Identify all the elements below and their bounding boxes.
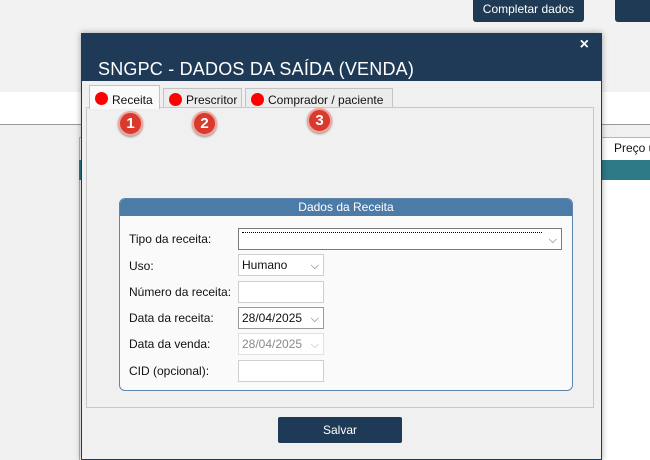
cid-label: CID (opcional): <box>129 364 210 378</box>
sngpc-dialog: SNGPC - DADOS DA SAÍDA (VENDA) × Receita… <box>81 33 602 460</box>
uso-label: Uso: <box>129 259 154 273</box>
tab-comprador-paciente[interactable]: Comprador / paciente <box>245 88 393 109</box>
step-badge-2: 2 <box>192 111 217 136</box>
step-badge-3: 3 <box>307 108 332 133</box>
tab-label: Receita <box>112 93 153 107</box>
app-secondary-button[interactable] <box>615 0 650 22</box>
data-venda-label: Data da venda: <box>129 337 211 351</box>
dialog-title: SNGPC - DADOS DA SAÍDA (VENDA) <box>98 59 415 79</box>
data-venda-picker: 28/04/2025 ⌵ <box>238 333 324 355</box>
dados-receita-group: Dados da Receita Tipo da receita: ⌵ Uso:… <box>119 198 573 391</box>
chevron-down-icon: ⌵ <box>310 313 319 325</box>
chevron-down-icon: ⌵ <box>310 260 319 272</box>
step-badge-1: 1 <box>118 111 143 136</box>
tab-label: Comprador / paciente <box>268 93 384 107</box>
cid-input[interactable] <box>238 360 324 382</box>
data-receita-value: 28/04/2025 <box>242 311 303 325</box>
data-receita-label: Data da receita: <box>129 311 214 325</box>
tab-label: Prescritor <box>186 93 238 107</box>
chevron-down-icon: ⌵ <box>548 234 557 246</box>
tipo-receita-label: Tipo da receita: <box>129 232 212 246</box>
chevron-down-icon: ⌵ <box>310 339 319 351</box>
numero-receita-input[interactable] <box>238 281 324 303</box>
completar-dados-button[interactable]: Completar dados <box>473 0 584 22</box>
status-dot-icon <box>95 92 108 105</box>
tab-receita[interactable]: Receita <box>89 85 160 109</box>
group-title: Dados da Receita <box>120 199 572 216</box>
tab-prescritor[interactable]: Prescritor <box>163 88 242 109</box>
uso-select[interactable]: Humano ⌵ <box>238 254 324 276</box>
status-dot-icon <box>169 93 182 106</box>
focus-indicator <box>242 232 542 233</box>
dialog-titlebar: SNGPC - DADOS DA SAÍDA (VENDA) × <box>82 34 601 81</box>
tipo-receita-select[interactable]: ⌵ <box>238 228 562 250</box>
close-icon[interactable]: × <box>580 36 589 54</box>
save-button[interactable]: Salvar <box>278 417 402 443</box>
uso-value: Humano <box>242 258 288 272</box>
data-receita-picker[interactable]: 28/04/2025 ⌵ <box>238 307 324 329</box>
tab-content-panel: Dados da Receita Tipo da receita: ⌵ Uso:… <box>86 107 594 408</box>
status-dot-icon <box>251 93 264 106</box>
numero-receita-label: Número da receita: <box>129 285 232 299</box>
grid-column-header-preco[interactable]: Preço u <box>614 141 650 155</box>
data-venda-value: 28/04/2025 <box>242 337 303 351</box>
